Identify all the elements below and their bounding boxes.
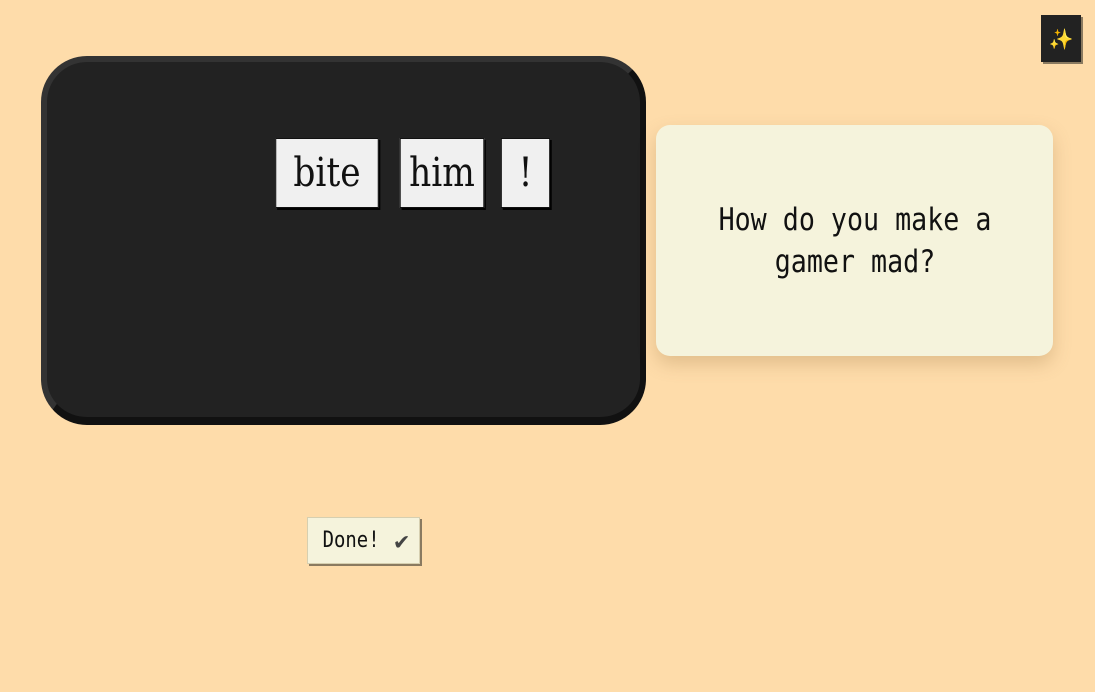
word-tile[interactable]: him (399, 138, 485, 208)
word-tile[interactable]: ! (500, 138, 551, 208)
prompt-text: How do you make a gamer mad? (718, 201, 991, 280)
word-tile-text: him (409, 150, 475, 196)
word-tile-text: ! (518, 150, 533, 196)
sparkles-icon: ✨ (1048, 26, 1074, 51)
game-stage: ✨ bite him ! How do you make a gamer mad… (0, 0, 1095, 692)
word-tile-text: bite (293, 150, 361, 196)
prompt-card: How do you make a gamer mad? (656, 125, 1053, 356)
done-button[interactable]: Done! ✔ (307, 517, 420, 564)
word-tile[interactable]: bite (275, 138, 379, 208)
answer-board[interactable]: bite him ! (41, 56, 646, 425)
checkmark-icon: ✔ (394, 526, 409, 555)
done-button-label: Done! (322, 528, 380, 553)
sparkles-button[interactable]: ✨ (1041, 15, 1081, 62)
